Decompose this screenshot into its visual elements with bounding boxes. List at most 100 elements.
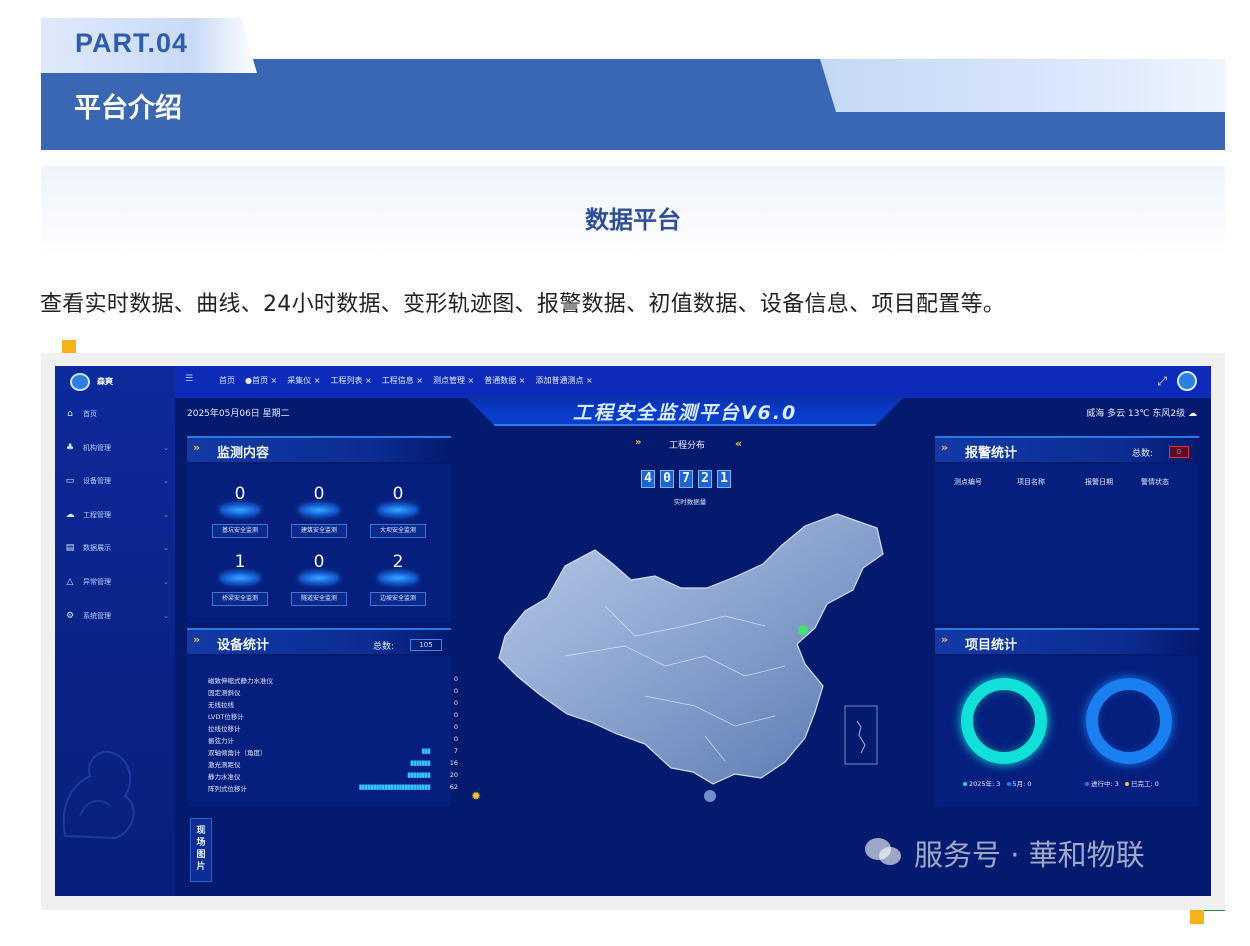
alarm-panel-header: » 报警统计 (935, 436, 1199, 462)
tab-project-list[interactable]: 工程列表 × (330, 375, 371, 386)
device-name: 振弦力计 (208, 737, 234, 745)
chevron-down-icon: ⌄ (163, 578, 169, 586)
chevron-down-icon: ⌄ (163, 444, 169, 452)
monitor-label: 隧道安全监测 (291, 592, 347, 606)
monitor-label: 大坝安全监测 (370, 524, 426, 538)
alarm-title: 报警统计 (965, 446, 1018, 461)
device-row: 阵列式位移计 ▮▮▮▮▮▮▮▮▮▮▮▮▮▮▮▮▮▮▮▮▮▮▮▮▮ 62 (208, 783, 458, 794)
legend-month: 5月: 0 (1012, 780, 1032, 788)
monitor-count: 0 (234, 484, 246, 504)
sidebar-item-org[interactable]: ♣ 机构管理 ⌄ (65, 441, 169, 455)
data-counter: 4 0 7 2 1 (641, 470, 731, 488)
counter-digit: 1 (717, 470, 731, 488)
project-panel-header: » 项目统计 (935, 628, 1199, 654)
counter-digit: 7 (679, 470, 693, 488)
current-date: 2025年05月06日 星期二 (187, 409, 290, 419)
part-label: PART.04 (75, 28, 189, 58)
site-photos-tab[interactable]: 现场图片 (190, 818, 212, 882)
counter-digit: 0 (660, 470, 674, 488)
pedestal-icon (220, 504, 260, 516)
monitor-item[interactable]: 0 建筑安全监测 (289, 484, 349, 538)
sidebar-item-devices[interactable]: ▭ 设备管理 ⌄ (65, 474, 169, 488)
sidebar-item-home[interactable]: ⌂ 首页 (65, 407, 169, 421)
legend-dot (1124, 782, 1129, 786)
device-count: 0 (453, 675, 458, 683)
legend-dot (1006, 782, 1011, 786)
alarm-col-date: 报警日期 (1085, 478, 1113, 486)
monitor-item[interactable]: 1 桥梁安全监测 (210, 552, 270, 606)
monitor-item[interactable]: 0 隧道安全监测 (289, 552, 349, 606)
tab-collectors[interactable]: 采集仪 × (287, 375, 320, 386)
sidebar-item-system[interactable]: ⚙ 系统管理 ⌄ (65, 609, 169, 623)
monitor-item[interactable]: 0 基坑安全监测 (210, 484, 270, 538)
section-title: 平台介绍 (74, 93, 182, 124)
year-legend: 2025年: 3 5月: 0 (963, 778, 1032, 788)
alarm-total-count: 0 (1169, 446, 1189, 458)
double-chevron-icon: » (193, 441, 201, 454)
sidebar-item-label: 机构管理 (83, 444, 111, 452)
monitor-count: 0 (392, 484, 404, 504)
page: PART.04 平台介绍 数据平台 查看实时数据、曲线、24小时数据、变形轨迹图… (0, 0, 1250, 946)
monitor-item[interactable]: 0 大坝安全监测 (368, 484, 428, 538)
sidebar-item-projects[interactable]: ☁ 工程管理 ⌄ (65, 508, 170, 522)
alarm-lamp-icon: ✹ (471, 789, 482, 803)
device-name: 拉线位移计 (208, 725, 241, 733)
device-count: 7 (453, 747, 458, 755)
status-legend: 进行中: 3 已完工: 0 (1085, 778, 1159, 788)
fullscreen-icon[interactable]: ⤢ (1157, 374, 1167, 389)
monitor-label: 基坑安全监测 (212, 524, 268, 538)
chevron-left-icon: « (735, 437, 743, 450)
menu-toggle-icon[interactable]: ☰ (185, 374, 193, 384)
tab-point-manage[interactable]: 测点管理 × (433, 375, 474, 386)
chevron-down-icon: ⌄ (163, 511, 169, 519)
device-name: 双轴倾角计（角度） (208, 749, 267, 757)
deco-square-orange-bottom (1190, 910, 1204, 924)
cloud-icon: ☁ (1188, 409, 1197, 419)
monitor-label: 边坡安全监测 (370, 592, 426, 606)
weather-info: 威海 多云 13℃ 东风2级 ☁ (1086, 406, 1197, 419)
top-navbar: ☰ 首页 ●首页 × 采集仪 × 工程列表 × 工程信息 × 测点管理 × 普通… (175, 366, 1211, 398)
china-map[interactable] (485, 506, 905, 806)
counter-digit: 4 (641, 470, 655, 488)
device-name: 磁致伸缩式静力水准仪 (208, 677, 273, 685)
device-name: 激光测距仪 (208, 761, 241, 769)
double-chevron-icon: » (941, 633, 949, 646)
legend-ongoing: 进行中: 3 (1091, 780, 1119, 788)
platform-title: 工程安全监测平台V6.0 (572, 402, 798, 424)
device-row: 静力水准仪 ▮▮▮▮▮▮▮▮ 20 (208, 771, 458, 782)
legend-year: 2025年: 3 (969, 780, 1001, 788)
tab-add-point[interactable]: 添加普通测点 × (535, 375, 592, 386)
part-tab: PART.04 (41, 18, 257, 73)
status-ring-chart[interactable] (1086, 678, 1172, 764)
deco-square-orange-top (62, 340, 76, 354)
sidebar-item-label: 异常管理 (83, 578, 111, 586)
sidebar-item-label: 系统管理 (83, 612, 111, 620)
warning-icon: △ (66, 577, 74, 587)
year-ring-chart[interactable] (961, 678, 1047, 764)
tab-home[interactable]: 首页 (219, 375, 235, 386)
brand-name: 森爽 (97, 377, 113, 386)
alarm-col-project: 项目名称 (1017, 478, 1045, 486)
monitor-count: 0 (313, 484, 325, 504)
device-bar: ▮▮▮▮▮▮▮▮ (407, 771, 431, 779)
tab-project-info[interactable]: 工程信息 × (382, 375, 423, 386)
sidebar: 森爽 ⌂ 首页 ♣ 机构管理 ⌄ ▭ 设备管理 ⌄ ☁ 工程管理 ⌄ ▤ 数据展… (55, 366, 175, 896)
pedestal-icon (220, 572, 260, 584)
wechat-icon (865, 838, 901, 865)
tab-home-active[interactable]: ●首页 × (245, 375, 277, 386)
dashboard-icon: ⌂ (67, 409, 73, 419)
tab-normal-data[interactable]: 普通数据 × (484, 375, 525, 386)
sidebar-item-data[interactable]: ▤ 数据展示 ⌄ (65, 541, 169, 555)
device-count: 0 (453, 699, 458, 707)
org-tree-icon: ♣ (65, 443, 75, 453)
monitor-count: 1 (234, 552, 246, 572)
device-total-label: 总数: (373, 642, 395, 652)
sidebar-item-exceptions[interactable]: △ 异常管理 ⌄ (65, 575, 169, 589)
monitor-item[interactable]: 2 边坡安全监测 (368, 552, 428, 606)
monitor-title: 监测内容 (217, 446, 270, 461)
legend-dot (963, 782, 967, 786)
sidebar-item-label: 数据展示 (83, 544, 111, 552)
user-avatar[interactable] (1177, 371, 1197, 391)
banner-highlight (820, 59, 1225, 112)
double-chevron-icon: » (193, 633, 201, 646)
